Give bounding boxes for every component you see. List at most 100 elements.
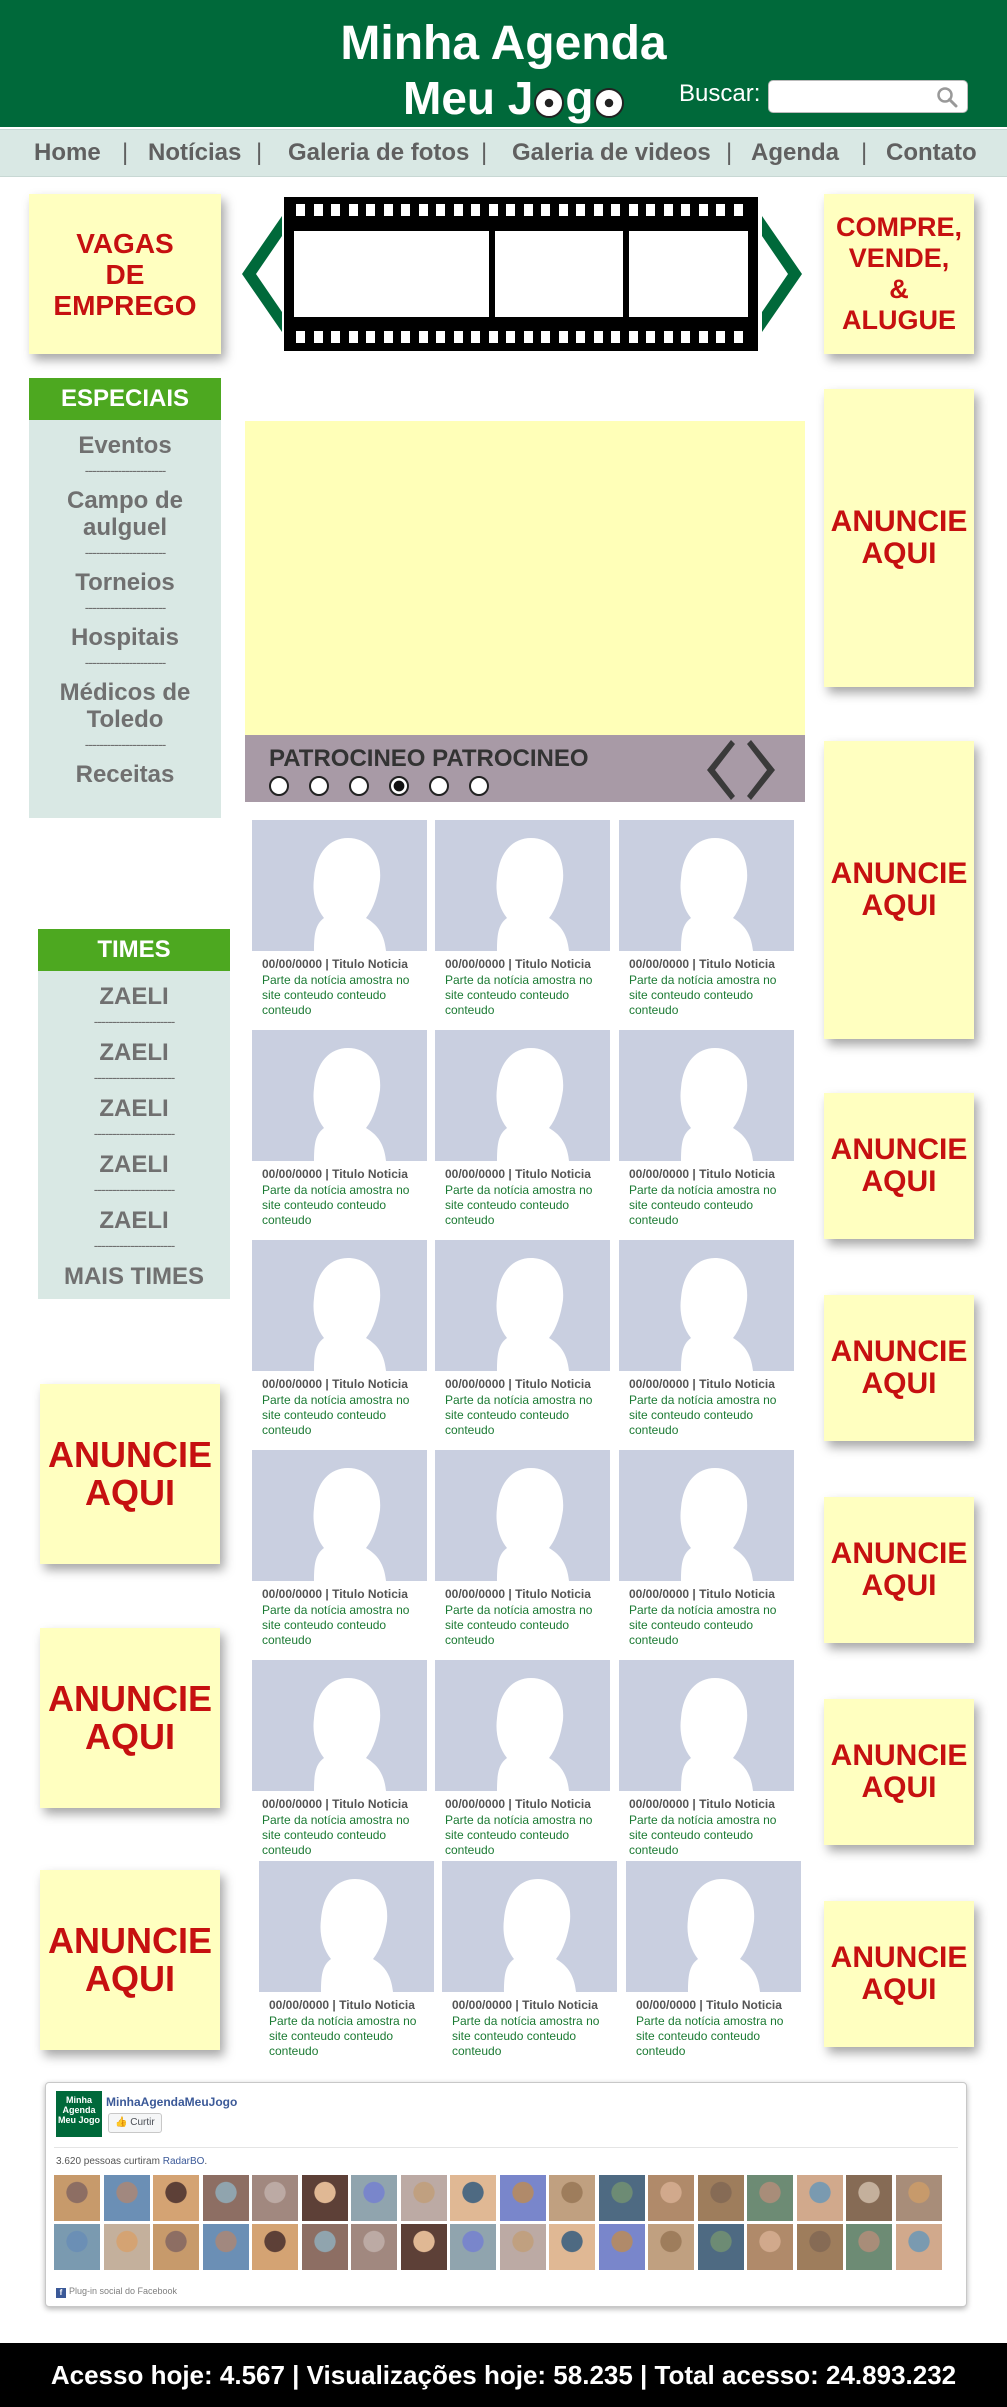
- facebook-page-logo[interactable]: Minha Agenda Meu Jogo: [56, 2091, 102, 2137]
- news-title[interactable]: Titulo Noticia: [332, 1587, 408, 1601]
- nav-galeria-fotos[interactable]: Galeria de fotos: [288, 139, 469, 167]
- news-card[interactable]: 00/00/0000 | Titulo Noticia Parte da notí…: [619, 820, 794, 1018]
- facebook-fan-avatar[interactable]: [301, 2175, 348, 2221]
- especiais-item-medicos[interactable]: Médicos de Toledo: [29, 679, 221, 733]
- facebook-fan-avatar[interactable]: [846, 2175, 892, 2221]
- especiais-item-eventos[interactable]: Eventos: [29, 432, 221, 459]
- banner-dot[interactable]: [389, 776, 409, 796]
- news-thumbnail[interactable]: [259, 1861, 434, 1992]
- news-title[interactable]: Titulo Noticia: [699, 1167, 775, 1181]
- facebook-fan-avatar[interactable]: [747, 2224, 793, 2270]
- nav-contato[interactable]: Contato: [886, 139, 977, 167]
- news-thumbnail[interactable]: [252, 1030, 427, 1161]
- times-item[interactable]: ZAELI: [38, 1151, 230, 1178]
- facebook-fan-avatar[interactable]: [796, 2224, 843, 2270]
- news-card[interactable]: 00/00/0000 | Titulo Noticia Parte da notí…: [619, 1240, 794, 1438]
- facebook-fan-avatar[interactable]: [252, 2224, 298, 2270]
- news-thumbnail[interactable]: [435, 1030, 610, 1161]
- news-title[interactable]: Titulo Noticia: [515, 1587, 591, 1601]
- news-title[interactable]: Titulo Noticia: [699, 1587, 775, 1601]
- news-thumbnail[interactable]: [252, 1450, 427, 1581]
- news-card[interactable]: 00/00/0000 | Titulo Noticia Parte da notí…: [435, 1660, 610, 1858]
- facebook-fan-avatar[interactable]: [747, 2175, 793, 2221]
- news-title[interactable]: Titulo Noticia: [515, 957, 591, 971]
- facebook-fan-avatar[interactable]: [400, 2224, 447, 2270]
- banner-dot[interactable]: [349, 776, 369, 796]
- filmstrip-next-arrow-icon[interactable]: [762, 216, 802, 332]
- news-card[interactable]: 00/00/0000 | Titulo Noticia Parte da notí…: [442, 1861, 617, 2059]
- nav-agenda[interactable]: Agenda: [751, 139, 839, 167]
- news-card[interactable]: 00/00/0000 | Titulo Noticia Parte da notí…: [252, 1030, 427, 1228]
- facebook-fan-avatar[interactable]: [252, 2175, 298, 2221]
- filmstrip-frame[interactable]: [629, 231, 748, 317]
- facebook-fan-avatar[interactable]: [450, 2175, 496, 2221]
- news-thumbnail[interactable]: [619, 820, 794, 951]
- facebook-fan-avatar[interactable]: [895, 2175, 942, 2221]
- news-title[interactable]: Titulo Noticia: [339, 1998, 415, 2012]
- news-card[interactable]: 00/00/0000 | Titulo Noticia Parte da notí…: [435, 1450, 610, 1648]
- facebook-page-name[interactable]: MinhaAgendaMeuJogo: [106, 2095, 237, 2109]
- facebook-fan-avatar[interactable]: [499, 2224, 546, 2270]
- sponsor-banner[interactable]: [245, 421, 805, 735]
- news-title[interactable]: Titulo Noticia: [332, 1797, 408, 1811]
- especiais-item-receitas[interactable]: Receitas: [29, 761, 221, 788]
- especiais-item-hospitais[interactable]: Hospitais: [29, 624, 221, 651]
- news-thumbnail[interactable]: [252, 1240, 427, 1371]
- news-thumbnail[interactable]: [619, 1030, 794, 1161]
- facebook-fan-avatar[interactable]: [895, 2224, 942, 2270]
- news-card[interactable]: 00/00/0000 | Titulo Noticia Parte da notí…: [252, 1450, 427, 1648]
- facebook-fan-avatar[interactable]: [54, 2175, 100, 2221]
- banner-dot[interactable]: [309, 776, 329, 796]
- news-thumbnail[interactable]: [435, 1660, 610, 1791]
- facebook-fan-avatar[interactable]: [450, 2224, 496, 2270]
- facebook-fan-avatar[interactable]: [400, 2175, 447, 2221]
- times-item[interactable]: ZAELI: [38, 983, 230, 1010]
- ad-vagas-emprego[interactable]: VAGAS DE EMPREGO: [29, 194, 221, 354]
- news-thumbnail[interactable]: [626, 1861, 801, 1992]
- ad-anuncie-aqui[interactable]: ANUNCIE AQUI: [824, 1093, 974, 1239]
- ad-anuncie-aqui[interactable]: ANUNCIE AQUI: [40, 1384, 220, 1564]
- ad-anuncie-aqui[interactable]: ANUNCIE AQUI: [824, 1295, 974, 1441]
- nav-home[interactable]: Home: [34, 139, 101, 167]
- filmstrip-frame[interactable]: [495, 231, 623, 317]
- banner-dot[interactable]: [469, 776, 489, 796]
- news-title[interactable]: Titulo Noticia: [699, 1377, 775, 1391]
- news-title[interactable]: Titulo Noticia: [515, 1797, 591, 1811]
- facebook-fan-avatar[interactable]: [697, 2175, 744, 2221]
- news-card[interactable]: 00/00/0000 | Titulo Noticia Parte da notí…: [619, 1030, 794, 1228]
- news-thumbnail[interactable]: [435, 1240, 610, 1371]
- facebook-fan-avatar[interactable]: [846, 2224, 892, 2270]
- news-thumbnail[interactable]: [619, 1240, 794, 1371]
- news-title[interactable]: Titulo Noticia: [699, 957, 775, 971]
- news-thumbnail[interactable]: [252, 1660, 427, 1791]
- times-item-mais-times[interactable]: MAIS TIMES: [38, 1263, 230, 1290]
- facebook-fan-avatar[interactable]: [351, 2175, 397, 2221]
- news-thumbnail[interactable]: [619, 1450, 794, 1581]
- facebook-fan-avatar[interactable]: [103, 2224, 150, 2270]
- news-card[interactable]: 00/00/0000 | Titulo Noticia Parte da notí…: [619, 1660, 794, 1858]
- news-thumbnail[interactable]: [435, 1450, 610, 1581]
- facebook-fan-avatar[interactable]: [103, 2175, 150, 2221]
- banner-dot[interactable]: [269, 776, 289, 796]
- ad-anuncie-aqui[interactable]: ANUNCIE AQUI: [824, 1699, 974, 1845]
- especiais-item-campo[interactable]: Campo de aulguel: [29, 487, 221, 541]
- news-card[interactable]: 00/00/0000 | Titulo Noticia Parte da notí…: [252, 820, 427, 1018]
- facebook-fan-avatar[interactable]: [153, 2175, 199, 2221]
- facebook-fan-avatar[interactable]: [499, 2175, 546, 2221]
- news-card[interactable]: 00/00/0000 | Titulo Noticia Parte da notí…: [252, 1660, 427, 1858]
- times-item[interactable]: ZAELI: [38, 1207, 230, 1234]
- logo-title-line1[interactable]: Minha Agenda: [0, 16, 1007, 72]
- news-title[interactable]: Titulo Noticia: [332, 1377, 408, 1391]
- news-card[interactable]: 00/00/0000 | Titulo Noticia Parte da notí…: [259, 1861, 434, 2059]
- facebook-fan-avatar[interactable]: [598, 2224, 645, 2270]
- facebook-fan-avatar[interactable]: [153, 2224, 199, 2270]
- times-item[interactable]: ZAELI: [38, 1095, 230, 1122]
- facebook-fan-avatar[interactable]: [549, 2224, 595, 2270]
- facebook-fan-avatar[interactable]: [648, 2175, 694, 2221]
- facebook-fan-avatar[interactable]: [301, 2224, 348, 2270]
- filmstrip-frame[interactable]: [361, 231, 489, 317]
- news-title[interactable]: Titulo Noticia: [515, 1377, 591, 1391]
- facebook-fan-avatar[interactable]: [796, 2175, 843, 2221]
- news-thumbnail[interactable]: [619, 1660, 794, 1791]
- news-card[interactable]: 00/00/0000 | Titulo Noticia Parte da notí…: [435, 1030, 610, 1228]
